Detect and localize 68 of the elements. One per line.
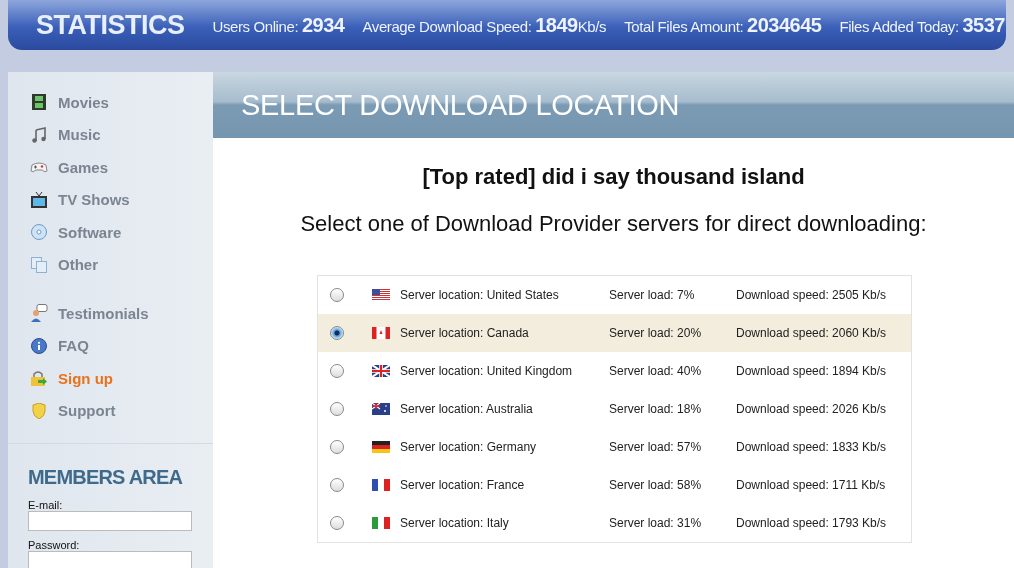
speed-cell: Download speed: 2505 Kb/s	[736, 288, 887, 302]
flag-icon	[372, 479, 390, 491]
radio-button[interactable]	[330, 516, 344, 530]
location-cell-text: Server location: Australia	[400, 402, 534, 416]
stat-text: Users Online: 2934	[212, 13, 345, 37]
location-cell-text: Server location: Canada	[400, 326, 530, 340]
instruction-text: Select one of Download Provider servers for direct downloading:	[300, 211, 927, 237]
speed-cell: Download speed: 1711 Kb/s	[736, 478, 886, 492]
section-title: SELECT DOWNLOAD LOCATION	[241, 88, 680, 122]
lock-arrow-icon	[30, 370, 48, 387]
radio-button[interactable]	[330, 478, 344, 492]
input-field[interactable]	[28, 511, 192, 531]
sidebar-link[interactable]: FAQ	[30, 329, 89, 362]
sidebar-link[interactable]: Software	[30, 216, 122, 249]
sidebar-link[interactable]: Music	[30, 118, 101, 151]
speed-cell: Download speed: 2060 Kb/s	[736, 326, 887, 340]
load-cell-text: Server load: 58%	[609, 478, 703, 492]
speed-cell: Download speed: 1894 Kb/s	[736, 364, 887, 378]
file-title: [Top rated] did i say thousand island	[422, 164, 805, 190]
sidebar-link[interactable]: Games	[30, 151, 109, 184]
radio-button[interactable]	[330, 326, 344, 340]
stat-text: Total Files Amount: 2034645	[624, 13, 822, 37]
load-cell-text: Server load: 31%	[609, 516, 703, 530]
field-label: Password:	[28, 539, 80, 551]
location-cell-text: Server location: United Kingdom	[400, 364, 574, 378]
radio-button[interactable]	[330, 440, 344, 454]
field-label: E-mail:	[28, 499, 63, 511]
person-speech-icon	[30, 304, 48, 323]
members-title: MEMBERS AREA	[28, 466, 183, 489]
server-row[interactable]: Server location: Canada Server load: 20% Download speed: 2060 Kb/s	[318, 314, 911, 352]
load-cell-text: Server load: 57%	[609, 440, 703, 454]
location-cell-text: Server location: Germany	[400, 440, 538, 454]
radio-button[interactable]	[330, 402, 344, 416]
flag-icon	[372, 327, 390, 339]
pages-icon	[31, 256, 47, 273]
sidebar-link[interactable]: Sign up	[30, 362, 113, 395]
load-cell-text: Server load: 7%	[609, 288, 696, 302]
disc-icon	[31, 224, 47, 241]
film-icon	[32, 94, 46, 111]
logo-text: STATISTICS	[36, 9, 185, 41]
info-icon	[31, 337, 47, 354]
stat-text: Average Download Speed: 1849Kb/s	[362, 13, 607, 37]
stat-text: Files Added Today: 3537	[839, 13, 1005, 37]
flag-icon	[372, 289, 390, 301]
flag-icon	[372, 403, 390, 415]
speed-cell: Download speed: 1793 Kb/s	[736, 516, 887, 530]
radio-button[interactable]	[330, 288, 344, 302]
input-field[interactable]	[28, 551, 192, 568]
sidebar-link[interactable]: Support	[30, 394, 116, 427]
sidebar-link[interactable]: Testimonials	[30, 297, 149, 330]
sidebar-link[interactable]: TV Shows	[30, 183, 130, 216]
load-cell-text: Server load: 18%	[609, 402, 703, 416]
load-cell-text: Server load: 20%	[609, 326, 703, 340]
radio-button[interactable]	[330, 364, 344, 378]
flag-icon	[372, 517, 390, 529]
load-cell-text: Server load: 40%	[609, 364, 703, 378]
music-note-icon	[31, 126, 47, 143]
tv-icon	[31, 191, 47, 208]
location-cell-text: Server location: United States	[400, 288, 560, 302]
location-cell-text: Server location: Italy	[400, 516, 510, 530]
speed-cell: Download speed: 2026 Kb/s	[736, 402, 887, 416]
flag-icon	[372, 365, 390, 377]
speed-cell: Download speed: 1833 Kb/s	[736, 440, 887, 454]
sidebar-link[interactable]: Movies	[30, 86, 109, 119]
sidebar-link[interactable]: Other	[30, 248, 98, 281]
shield-icon	[32, 402, 46, 419]
flag-icon	[372, 441, 390, 453]
location-cell-text: Server location: France	[400, 478, 526, 492]
